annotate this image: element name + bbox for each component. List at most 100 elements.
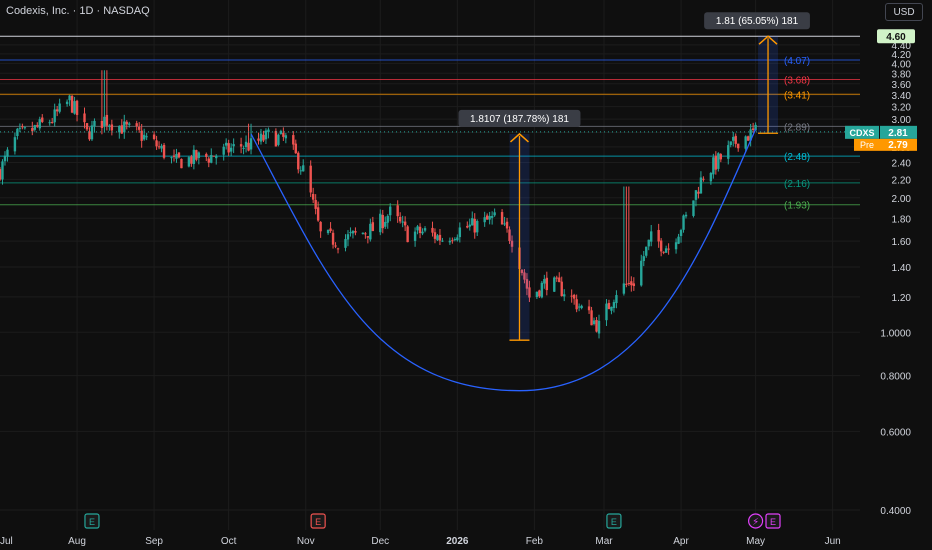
candle-body [334, 245, 337, 247]
candle-body [346, 234, 350, 240]
y-tick-label: 0.8000 [880, 372, 911, 383]
candle-body [41, 117, 44, 122]
candle-body [38, 119, 41, 129]
y-tick-label: 2.20 [892, 175, 912, 186]
candle-body [326, 229, 330, 234]
candle-body [605, 303, 608, 321]
candle-body [640, 260, 643, 286]
candle-body [311, 193, 315, 200]
candle-body [23, 127, 27, 129]
candle-body [674, 242, 678, 250]
candle-body [418, 226, 422, 234]
candle-body [744, 136, 747, 149]
x-tick-label: Mar [595, 536, 613, 547]
candle-body [441, 240, 444, 242]
candle-body [284, 135, 288, 139]
candle-body [135, 123, 138, 127]
candle-body [483, 217, 486, 223]
candle-body [575, 299, 578, 310]
candle-body [664, 248, 668, 253]
candle-body [247, 142, 250, 151]
y-tick-label: 0.4000 [880, 506, 911, 517]
candle-body [500, 212, 504, 225]
candle-body [190, 156, 193, 164]
currency-button[interactable]: USD [885, 3, 923, 21]
candle-body [538, 290, 541, 297]
candle-body [18, 127, 22, 129]
candle-body [699, 177, 703, 194]
candle-body [627, 282, 631, 284]
candle-body [16, 128, 19, 137]
price-chart[interactable]: (4.07) (3.68) (3.41) (2.89) (2.48) (2.16) (1.9… [0, 0, 932, 550]
candle-body [679, 230, 683, 236]
candle-body [587, 306, 591, 311]
candle-body [242, 147, 245, 149]
candle-body [70, 95, 74, 113]
candle-body [684, 214, 688, 217]
candle-body [734, 135, 737, 144]
candle-body [55, 109, 59, 112]
measure-label: 1.8107 (187.78%) 181 [470, 114, 569, 125]
candle-body [259, 133, 263, 142]
candle-body [274, 130, 278, 147]
candle-body [88, 131, 91, 140]
candle-body [697, 191, 700, 194]
candle-body [694, 190, 698, 200]
candle-body [431, 227, 434, 233]
candle-body [277, 134, 280, 145]
candle-body [364, 233, 367, 235]
fib-label: (3.41) [784, 90, 810, 101]
candle-body [692, 200, 695, 216]
candle-body [75, 100, 79, 115]
candle-body [195, 150, 198, 160]
candle-body [630, 281, 633, 286]
candle-body [645, 246, 648, 256]
candle-body [6, 149, 9, 157]
x-tick-label: Jun [825, 536, 841, 547]
candle-body [249, 138, 253, 150]
fib-label: (1.93) [784, 201, 810, 212]
candle-body [192, 149, 196, 165]
x-tick-label: Jul [0, 536, 13, 547]
x-tick-label: Dec [371, 536, 389, 547]
candle-body [647, 239, 650, 247]
candle-body [379, 213, 382, 233]
candle-body [93, 120, 96, 127]
chart-title: Codexis, Inc. · 1D · NASDAQ [6, 5, 150, 17]
candle-body [316, 207, 320, 221]
candle-body [299, 170, 302, 172]
candle-body [83, 113, 86, 123]
candle-body [262, 134, 265, 141]
candle-body [21, 126, 24, 128]
candle-body [0, 169, 2, 180]
candle-body [297, 152, 300, 170]
candle-body [145, 136, 148, 138]
candle-body [120, 125, 123, 134]
candle-body [329, 228, 332, 231]
candle-body [473, 218, 476, 233]
candle-body [543, 279, 546, 284]
candle-body [13, 137, 17, 152]
candle-body [73, 101, 76, 114]
candle-body [53, 109, 56, 123]
candle-body [264, 130, 268, 140]
candle-body [177, 152, 181, 158]
candle-body [570, 295, 573, 297]
x-tick-label: Sep [145, 536, 163, 547]
event-label: E [315, 517, 321, 527]
candle-body [319, 221, 322, 232]
candle-body [123, 121, 126, 133]
candle-body [650, 231, 653, 242]
candle-body [493, 212, 496, 216]
candle-body [210, 154, 213, 163]
candle-body [157, 146, 161, 148]
fib-label: (2.89) [784, 122, 810, 133]
y-tick-label: 1.80 [892, 214, 912, 225]
candle-body [103, 116, 106, 127]
candle-body [458, 227, 462, 238]
candle-body [1, 161, 4, 180]
candle-body [354, 231, 357, 233]
candle-body [187, 157, 191, 167]
candle-body [128, 123, 131, 125]
candle-body [503, 223, 506, 225]
